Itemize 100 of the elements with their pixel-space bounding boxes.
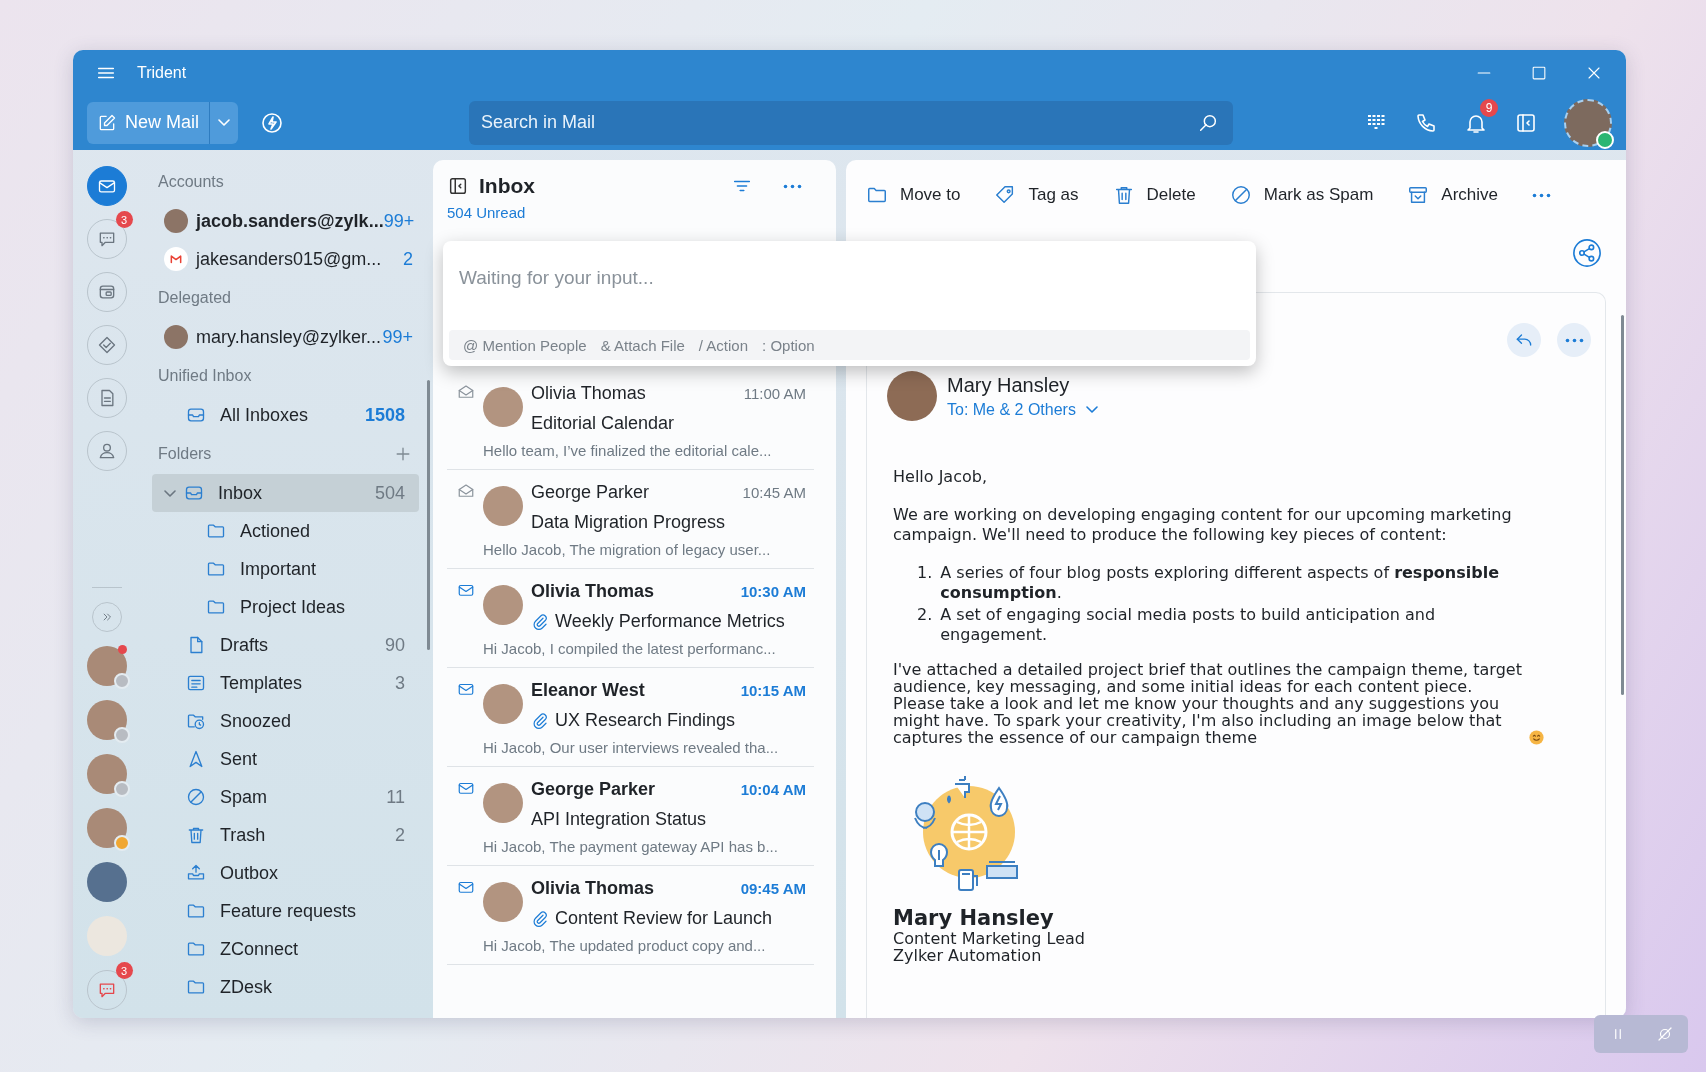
folder-item[interactable]: Outbox [152,854,419,892]
spam-button[interactable]: Mark as Spam [1229,184,1374,206]
tag-check-icon [96,335,117,355]
delete-button[interactable]: Delete [1112,184,1196,206]
folder-item[interactable]: Important [152,550,419,588]
folder-item[interactable]: Feature requests [152,892,419,930]
account-item[interactable]: jakesanders015@gm... 2 [152,240,425,278]
subject-text: API Integration Status [531,809,707,830]
contact-avatar[interactable] [86,754,127,794]
compose-icon [97,112,117,133]
time-label: 10:45 AM [742,484,806,501]
app-button[interactable] [86,166,127,206]
avatar-photo [164,325,188,349]
more-icon[interactable] [783,183,802,189]
outbox-icon [186,863,206,883]
subject-text: UX Research Findings [555,710,736,731]
subject-text: Editorial Calendar [531,413,675,434]
signature-name: Mary Hansley [893,906,1055,930]
avatar-photo [483,387,523,427]
profile-avatar[interactable] [1564,98,1612,147]
folder-item[interactable]: ZDesk [152,968,419,1006]
avatar-photo [483,585,523,625]
list-number: 1. [917,563,933,584]
folder-item[interactable]: Templates 3 [152,664,419,702]
preview-text: Hello team, I’ve finalized the editorial cale... [483,442,773,459]
mail-item[interactable]: George Parker 10:45 AM Data Migration Progress Hello Jacob, The migration of legacy user... [447,470,814,569]
archive-icon [1407,184,1430,206]
time-label: 10:30 AM [740,583,806,600]
template-icon [186,673,206,693]
folder-item[interactable]: Actioned [152,512,419,550]
folder-item[interactable]: Snoozed [152,702,419,740]
section-heading: Unified Inbox [157,366,253,386]
preview-text: Hi Jacob, Our user interviews revealed tha... [483,739,780,756]
reply-button[interactable] [1507,323,1541,357]
mail-item[interactable]: Olivia Thomas 09:45 AM Content Review for Launch Hi Jacob, The updated product copy and... [447,866,814,965]
paperclip-icon [531,612,549,631]
account-item[interactable]: jacob.sanders@zylk...99+ [152,202,425,240]
preview-text: Hello Jacob, The migration of legacy user... [483,541,772,558]
sender-name: George Parker [531,482,650,503]
avatar-photo [483,684,523,724]
count-badge: 3 [115,211,133,228]
preview-text: Hi Jacob, The payment gateway API has b... [483,838,779,855]
more-icon [1564,337,1584,343]
section-heading: Accounts [157,172,225,192]
sender-name: George Parker [531,779,656,800]
smiling-face-icon [1528,729,1545,746]
body-paragraph: I've attached a detailed project brief that outlines the campaign theme, target audience, key messaging, and some initial ideas for each content piece. Please take a look and let me know your thoughts and any suggestions you might have. To spark your creativity, I'm also including an image below that captures the essence of our campaign theme [893,661,1522,746]
send-icon [186,749,206,769]
contact-avatar[interactable] [86,646,127,686]
lightning-icon[interactable] [260,110,284,135]
contact-avatar[interactable] [86,808,127,848]
more-button[interactable] [1557,323,1591,357]
tag-button[interactable]: Tag as [994,184,1079,206]
hint-text: & Attach File [600,336,685,354]
search-field[interactable]: Search in Mail [469,100,1233,145]
sender-name: Olivia Thomas [531,581,655,602]
time-label: 10:04 AM [740,781,806,798]
contact-avatar[interactable] [86,862,127,902]
caret-icon [1085,406,1098,413]
greeting-text: Hello Jacob, [893,467,988,487]
mail-item[interactable]: Olivia Thomas 11:00 AM Editorial Calendar Hello team, I’ve finalized the editorial cale... [447,371,814,470]
folder-item[interactable]: Inbox 504 [152,474,419,512]
folder-item[interactable]: Spam 11 [152,778,419,816]
recipients-link[interactable]: To: Me & 2 Others [947,400,1098,419]
folder-item[interactable]: All Inboxes 1508 [152,396,419,434]
blocked-icon [1229,184,1252,206]
share-icon[interactable] [1572,238,1602,268]
avatar-photo [483,783,523,823]
unread-count: 504 Unread [447,204,527,221]
folder-item[interactable]: Project Ideas [152,588,419,626]
side-panel-icon[interactable] [447,175,469,197]
folder-item[interactable]: Drafts 90 [152,626,419,664]
mail-item[interactable]: Eleanor West 10:15 AM UX Research Findings Hi Jacob, Our user interviews revealed tha... [447,668,814,767]
collapse-caret-icon[interactable] [164,489,176,497]
folder-item[interactable]: Trash 2 [152,816,419,854]
time-label: 10:15 AM [740,682,806,699]
more-icon[interactable] [1532,192,1551,198]
avatar-photo [483,486,523,526]
input-popup[interactable]: Waiting for your input... @ Mention People & Attach File / Action : Option [443,241,1256,366]
avatar-photo [483,882,523,922]
time-label: 09:45 AM [740,880,806,897]
move-button[interactable]: Move to [866,184,961,206]
paperclip-icon [531,711,549,730]
folder-item[interactable]: ZConnect [152,930,419,968]
mail-item[interactable]: Olivia Thomas 10:30 AM Weekly Performance Metrics Hi Jacob, I compiled the latest performanc... [447,569,814,668]
list-item-text: A set of engaging social media posts to build anticipation and engagement. [940,605,1437,645]
time-label: 11:00 AM [743,385,806,402]
archive-button[interactable]: Archive [1407,184,1498,206]
sender-name: Olivia Thomas [531,383,646,404]
contact-avatar[interactable] [86,700,127,740]
list-item-text: A series of four blog posts exploring different aspects of responsible consumption. [940,563,1501,603]
signature-title: Content Marketing Lead [893,930,1086,947]
folder-item[interactable]: Sent [152,740,419,778]
section-heading: Delegated [157,288,232,308]
mail-item[interactable]: George Parker 10:04 AM API Integration Status Hi Jacob, The payment gateway API has b... [447,767,814,866]
count-badge: 3 [115,962,133,979]
folder-title: Inbox [479,174,535,198]
sender-name: Mary Hansley [947,373,1071,397]
account-item[interactable]: mary.hansley@zylker...99+ [152,318,425,356]
signature-company: Zylker Automation [893,947,1043,964]
